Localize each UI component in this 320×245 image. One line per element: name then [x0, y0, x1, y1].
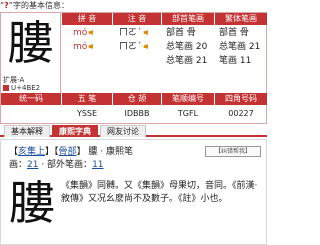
bushou-1: 部首 骨	[166, 27, 196, 39]
link-strokes[interactable]: 21	[27, 160, 38, 170]
zhuyin-1-text: ㄇㄛˊ	[119, 28, 142, 38]
header-fanti: 繁体笔画	[215, 13, 267, 25]
link-haiji[interactable]: 亥集上	[18, 147, 45, 157]
bracket: 【	[9, 147, 19, 157]
bushou-value-2: 20	[195, 42, 208, 52]
speaker-icon[interactable]	[88, 29, 95, 36]
code-sijiao: 00227	[228, 109, 254, 118]
unicode-icon	[3, 85, 9, 91]
header-cangjie: 仓 颉	[113, 93, 161, 105]
char-glyph-cell: 膢	[1, 13, 61, 73]
code-cangjie: IDBBB	[124, 109, 150, 118]
fanti-total-value: 21	[248, 42, 261, 52]
header-bishun: 笔顺编号	[162, 93, 214, 105]
speaker-icon[interactable]	[88, 43, 95, 50]
fanti-total: 总笔画 21	[219, 41, 260, 53]
entry-stroke-line: 画：21 · 部外笔画：11	[9, 159, 104, 171]
bracket: 】【	[45, 147, 59, 157]
header-unified: 统一码	[1, 93, 61, 105]
fanti-total-label: 总笔画	[219, 42, 247, 52]
char-info-table: 膢 拼 音 注 音 部首笔画 繁体笔画 mó ㄇㄛˊ 部首 骨 部首 骨 mó …	[0, 12, 267, 124]
stroke-label: 画：	[9, 160, 28, 170]
kangxi-entry: 【亥集上】【骨部】 膢 · 康熙笔 【纠错帮我】 画：21 · 部外笔画：11 …	[0, 139, 267, 245]
link-outer-strokes[interactable]: 11	[92, 160, 103, 170]
outer-stroke-label: · 部外笔画：	[38, 160, 93, 170]
fanti-bihua-value: 11	[239, 56, 252, 66]
fanti-bushou-value: 骨	[239, 28, 249, 38]
zhuyin-2: ㄇㄛˊ	[119, 41, 150, 53]
entry-kangxi-label: 】 膢 · 康熙笔	[76, 147, 134, 157]
entry-source-line: 【亥集上】【骨部】 膢 · 康熙笔	[9, 146, 133, 158]
tab-discussion[interactable]: 网友讨论	[100, 125, 146, 137]
bihua-row: 总笔画 21	[166, 55, 207, 67]
page-title: “?”字的基本信息：	[0, 0, 267, 12]
link-radical[interactable]: 骨部	[59, 147, 77, 157]
pinyin-1: mó	[73, 27, 95, 39]
dict-tabs: 基本解释 康熙字典 网友讨论	[0, 124, 267, 137]
zhuyin-1: ㄇㄛˊ	[119, 27, 150, 39]
bihua-value: 21	[195, 56, 208, 66]
bushou-label-1: 部首	[166, 28, 185, 38]
pinyin-1-text: mó	[73, 28, 88, 38]
pinyin-2: mó	[73, 41, 95, 53]
entry-glyph: 膢	[9, 176, 55, 230]
entry-body: 《集韻》同髆。又《集韻》母果切，音同。《前漢·敘傳》又况幺麽尚不及數子。《註》小…	[61, 181, 258, 204]
fanti-bushou: 部首 骨	[219, 27, 249, 39]
zhuyin-2-text: ㄇㄛˊ	[119, 42, 142, 52]
tab-kangxi[interactable]: 康熙字典	[52, 125, 98, 137]
speaker-icon[interactable]	[143, 29, 150, 36]
header-wubi: 五 笔	[62, 93, 112, 105]
unicode-value: U+4BE2	[11, 84, 41, 92]
header-zhuyin: 注 音	[113, 13, 161, 25]
speaker-icon[interactable]	[143, 43, 150, 50]
char-extra-info: 扩展-A U+4BE2	[1, 73, 61, 93]
header-bushou: 部首笔画	[162, 13, 214, 25]
code-bishun: TGFL	[177, 109, 199, 118]
correct-button[interactable]: 【纠错帮我】	[205, 146, 261, 157]
code-wubi: YSSE	[76, 109, 98, 118]
bushou-value-1: 骨	[186, 28, 196, 38]
header-pinyin: 拼 音	[62, 13, 112, 25]
bihua-label: 总笔画	[166, 56, 194, 66]
pinyin-2-text: mó	[73, 42, 88, 52]
title-suffix: ”字的基本信息：	[8, 1, 69, 10]
unicode-label: U+4BE2	[3, 84, 40, 92]
tab-basic[interactable]: 基本解释	[4, 125, 50, 137]
bushou-2: 总笔画 20	[166, 41, 207, 53]
header-sijiao: 四角号码	[215, 93, 267, 105]
char-glyph: 膢	[7, 16, 54, 70]
fanti-bihua-label: 笔画	[219, 56, 238, 66]
fanti-bihua: 笔画 11	[219, 55, 251, 67]
bushou-label-2: 总笔画	[166, 42, 194, 52]
fanti-bushou-label: 部首	[219, 28, 238, 38]
